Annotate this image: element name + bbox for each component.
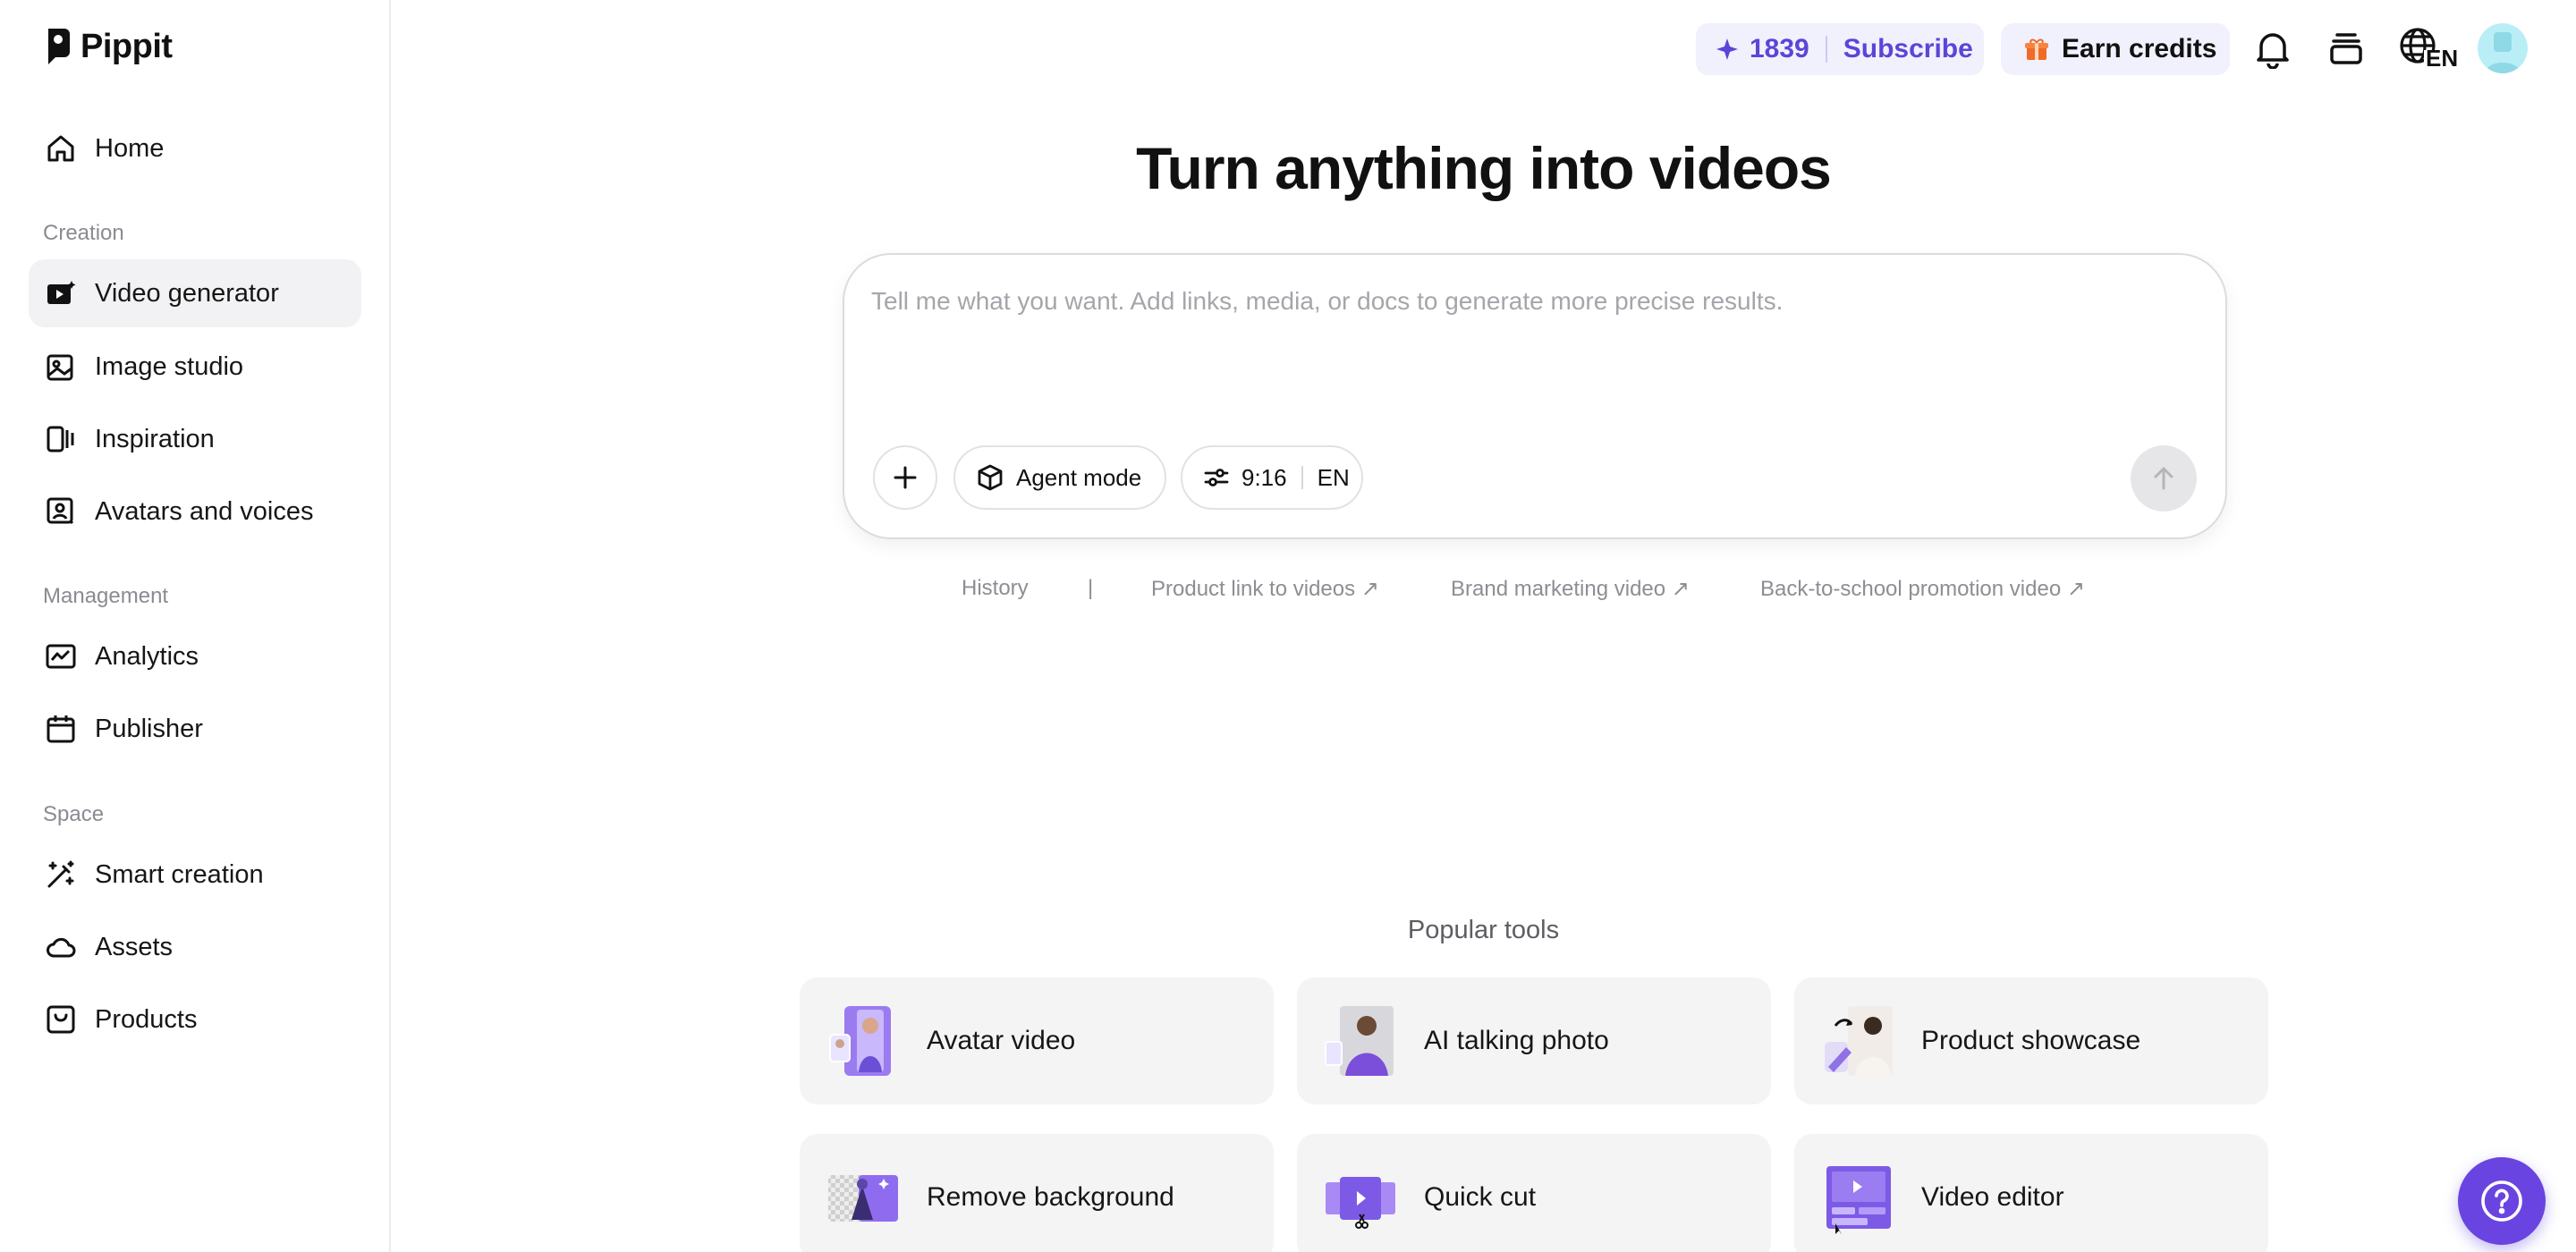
popular-tools-heading: Popular tools <box>1407 916 1560 944</box>
help-button[interactable] <box>2458 1157 2546 1245</box>
tool-card-label: Remove background <box>927 1182 1174 1212</box>
video-editor-thumbnail <box>1826 1166 1891 1234</box>
history-link[interactable]: History <box>962 576 1029 601</box>
language-value: EN <box>1317 463 1350 491</box>
quick-cut-thumbnail <box>1326 1177 1395 1229</box>
talking-photo-thumbnail <box>1325 1006 1394 1076</box>
calendar-icon <box>47 715 75 743</box>
product-showcase-thumbnail <box>1825 1006 1893 1076</box>
analytics-icon <box>46 644 76 669</box>
user-icon <box>2485 32 2521 73</box>
tool-card-label: Quick cut <box>1424 1182 1537 1212</box>
sidebar-item-avatars-and-voices[interactable]: Avatars and voices <box>29 478 361 546</box>
section-label-management: Management <box>43 584 169 608</box>
bell-icon <box>2257 33 2289 69</box>
image-studio-icon <box>47 354 73 381</box>
tool-card-label: Video editor <box>1921 1182 2064 1212</box>
suggestion-divider: | <box>1088 576 1094 600</box>
tool-card-label: Product showcase <box>1921 1026 2141 1055</box>
sidebar-item-label: Image studio <box>95 351 244 381</box>
sidebar-item-publisher[interactable]: Publisher <box>29 695 361 763</box>
prompt-composer: Agent mode 9:16 EN <box>843 253 2227 539</box>
pill-divider <box>1825 36 1827 63</box>
brand-name: Pippit <box>80 27 173 65</box>
send-button[interactable] <box>2131 445 2197 512</box>
aspect-ratio-value: 9:16 <box>1241 463 1287 491</box>
sidebar-item-image-studio[interactable]: Image studio <box>29 333 361 401</box>
sliders-icon <box>1204 469 1229 486</box>
page-title: Turn anything into videos <box>1136 135 1832 201</box>
sidebar-item-label: Avatars and voices <box>95 496 314 526</box>
pippit-logo[interactable]: Pippit <box>45 27 173 66</box>
subscribe-button[interactable]: Subscribe <box>1843 34 1973 64</box>
section-label-space: Space <box>43 802 105 826</box>
sidebar-item-inspiration[interactable]: Inspiration <box>29 405 361 473</box>
agent-mode-label: Agent mode <box>1016 463 1142 491</box>
question-icon <box>2481 1180 2522 1222</box>
chip-divider <box>1301 466 1303 489</box>
inspiration-icon <box>47 426 74 453</box>
sidebar-item-label: Publisher <box>95 714 203 743</box>
add-attachment-button[interactable] <box>873 445 937 510</box>
sidebar-item-assets[interactable]: Assets <box>29 913 361 981</box>
suggestion-back-to-school-video[interactable]: Back-to-school promotion video ↗ <box>1760 576 2085 602</box>
earn-credits-button[interactable]: Earn credits <box>2001 23 2230 75</box>
tool-card-label: Avatar video <box>927 1026 1076 1055</box>
sidebar-item-home[interactable]: Home <box>29 114 361 182</box>
product-box-icon <box>47 1005 75 1034</box>
agent-mode-button[interactable]: Agent mode <box>953 445 1166 510</box>
suggestion-product-link-to-videos[interactable]: Product link to videos ↗ <box>1151 576 1379 602</box>
sidebar: Pippit Home Creation Video generator Ima… <box>0 0 391 1252</box>
sidebar-item-label: Analytics <box>95 641 199 671</box>
tool-card-remove-background[interactable]: Remove background <box>800 1134 1274 1252</box>
gift-icon <box>2025 38 2048 60</box>
plus-icon <box>894 466 917 489</box>
notifications-button[interactable] <box>2250 25 2296 72</box>
credits-count: 1839 <box>1750 34 1809 63</box>
sidebar-item-label: Products <box>95 1004 198 1034</box>
avatar-video-thumbnail <box>829 1006 891 1076</box>
stack-icon <box>2330 33 2362 64</box>
credits-subscribe-pill[interactable]: 1839 Subscribe <box>1696 23 1984 75</box>
tool-card-label: AI talking photo <box>1424 1026 1609 1055</box>
remove-background-thumbnail <box>828 1175 898 1222</box>
sidebar-item-label: Smart creation <box>95 859 264 889</box>
sidebar-item-label: Inspiration <box>95 424 215 453</box>
video-settings-button[interactable]: 9:16 EN <box>1181 445 1363 510</box>
tool-card-product-showcase[interactable]: Product showcase <box>1794 977 2268 1104</box>
sidebar-item-label: Assets <box>95 932 174 961</box>
sidebar-item-video-generator[interactable]: Video generator <box>29 259 361 327</box>
prompt-input[interactable] <box>871 287 2195 394</box>
cube-icon <box>978 464 1003 491</box>
tool-card-avatar-video[interactable]: Avatar video <box>800 977 1274 1104</box>
tool-card-quick-cut[interactable]: Quick cut <box>1297 1134 1771 1252</box>
sidebar-item-smart-creation[interactable]: Smart creation <box>29 841 361 909</box>
cloud-icon <box>47 937 76 958</box>
sidebar-item-analytics[interactable]: Analytics <box>29 622 361 690</box>
suggestion-brand-marketing-video[interactable]: Brand marketing video ↗ <box>1451 576 1690 602</box>
arrow-up-icon <box>2154 467 2174 490</box>
sparkle-icon <box>1716 38 1738 60</box>
earn-credits-label: Earn credits <box>2062 34 2217 63</box>
video-generator-icon <box>47 281 76 304</box>
tool-card-video-editor[interactable]: Video editor <box>1794 1134 2268 1252</box>
layers-button[interactable] <box>2323 25 2369 72</box>
user-avatar[interactable] <box>2478 23 2528 73</box>
sidebar-item-products[interactable]: Products <box>29 986 361 1053</box>
magic-wand-icon <box>47 860 74 888</box>
tool-card-ai-talking-photo[interactable]: AI talking photo <box>1297 977 1771 1104</box>
language-button[interactable]: EN <box>2397 25 2458 72</box>
sidebar-item-label: Video generator <box>95 278 279 308</box>
section-label-creation: Creation <box>43 221 124 245</box>
avatar-voice-icon <box>47 497 74 525</box>
pippit-logo-icon <box>48 29 70 64</box>
language-code: EN <box>2426 45 2459 72</box>
sidebar-item-label: Home <box>95 133 165 163</box>
home-icon <box>47 135 74 162</box>
